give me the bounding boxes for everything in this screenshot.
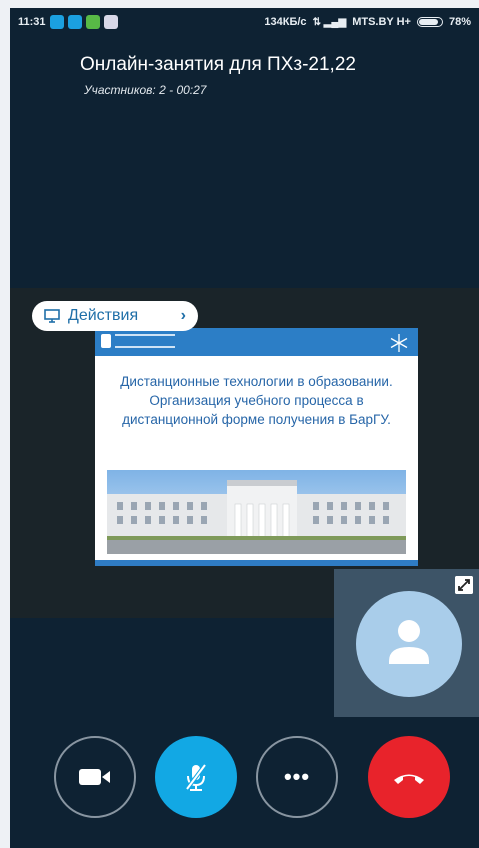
chevron-right-icon: › (180, 307, 186, 324)
mic-muted-icon (185, 763, 207, 791)
slide-header (95, 328, 418, 356)
monitor-icon (44, 309, 60, 323)
video-toggle-button[interactable] (54, 736, 136, 818)
call-title: Онлайн-занятия для ПХз-21,22 (80, 54, 356, 75)
status-bar: 11:31 134КБ/с ⇅ ▂▄▆ MTS.BY H+ 78% (10, 8, 479, 36)
carrier-label: MTS.BY H+ (352, 16, 411, 28)
status-time: 11:31 (18, 16, 46, 28)
hangup-icon (394, 774, 424, 784)
actions-button[interactable]: Действия › (32, 301, 198, 331)
app-icon-green (85, 15, 100, 29)
skype-call-screen: 11:31 134КБ/с ⇅ ▂▄▆ MTS.BY H+ 78% Онлайн… (10, 8, 479, 848)
shared-slide: Дистанционные технологии в образовании. … (95, 328, 418, 566)
hang-up-button[interactable] (368, 736, 450, 818)
signal-icon: ⇅ ▂▄▆ (312, 16, 347, 28)
university-logo-text (115, 334, 175, 348)
more-options-button[interactable]: ••• (256, 736, 338, 818)
call-participants-duration: Участников: 2 - 00:27 (84, 83, 207, 97)
person-icon (389, 620, 429, 664)
more-icon: ••• (283, 764, 311, 789)
avatar (356, 591, 462, 697)
self-view-tile[interactable] (334, 569, 479, 717)
actions-label: Действия (68, 307, 139, 324)
app-icon-viber (103, 15, 118, 29)
university-logo-icon (101, 334, 111, 348)
network-speed: 134КБ/с (264, 16, 307, 28)
app-icon-s (49, 15, 64, 29)
snowflake-icon (390, 334, 408, 352)
call-controls: ••• (10, 736, 479, 818)
university-building-photo (107, 470, 406, 554)
battery-level: 78% (448, 16, 471, 28)
camera-icon (79, 769, 110, 785)
battery-icon (416, 17, 443, 27)
slide-text: Дистанционные технологии в образовании. … (120, 374, 393, 427)
mute-button[interactable] (155, 736, 237, 818)
app-icon-s (67, 15, 82, 29)
